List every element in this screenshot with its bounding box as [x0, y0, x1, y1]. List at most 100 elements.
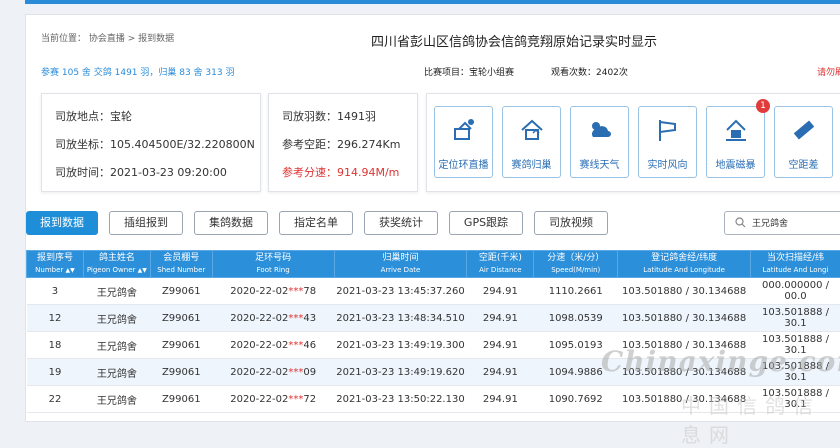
breadcrumb-item-current: 报到数据 — [138, 34, 174, 44]
race-project: 比赛项目：宝轮小组赛 — [424, 65, 514, 78]
release-count: 司放羽数：1491羽 — [282, 108, 376, 124]
tab-release-video[interactable]: 司放视频 — [534, 211, 608, 235]
weather-label: 赛线天气 — [571, 156, 628, 171]
cell-ring: 2020-22-02***43 — [212, 305, 334, 332]
wind-icon — [655, 117, 681, 143]
cell-shed: Z99061 — [150, 332, 212, 359]
cell-num: 22 — [27, 386, 84, 413]
live-ring-button[interactable]: 定位环直播 — [434, 106, 493, 178]
home-icon — [519, 117, 545, 143]
tab-gps-tracking[interactable]: GPS跟踪 — [449, 211, 523, 235]
tab-collection-data[interactable]: 集鸽数据 — [194, 211, 268, 235]
arrival-table: 报到序号Number ▲▼ 鸽主姓名Pigeon Owner ▲▼ 会员棚号Sh… — [26, 250, 840, 413]
quick-actions-box: 定位环直播 赛鸽归巢 赛线天气 实时风向 — [426, 93, 840, 192]
distance-diff-button[interactable]: 空距差 — [774, 106, 833, 178]
col-arrive-date: 归巢时间Arrive Date — [334, 251, 467, 278]
earthquake-button[interactable]: 地震磁暴 1 — [706, 106, 765, 178]
tab-arrival-data[interactable]: 报到数据 — [26, 211, 98, 235]
cell-owner: 王兄鸽舍 — [83, 278, 150, 305]
cell-dist: 294.91 — [467, 305, 534, 332]
cell-time: 2021-03-23 13:50:22.130 — [334, 386, 467, 413]
notification-badge: 1 — [756, 99, 770, 113]
table-row[interactable]: 3王兄鸽舍Z990612020-22-02***782021-03-23 13:… — [27, 278, 840, 305]
cell-dist: 294.91 — [467, 386, 534, 413]
live-ring-label: 定位环直播 — [435, 156, 492, 171]
tab-designated-list[interactable]: 指定名单 — [279, 211, 353, 235]
cell-scan: 103.501888 / 30.1 — [751, 305, 840, 332]
col-foot-ring: 足环号码Foot Ring — [212, 251, 334, 278]
cell-speed: 1110.2661 — [534, 278, 618, 305]
search-icon — [735, 217, 746, 228]
earthquake-label: 地震磁暴 — [707, 156, 764, 171]
weather-button[interactable]: 赛线天气 — [570, 106, 629, 178]
breadcrumb-item-live[interactable]: 协会直播 — [89, 34, 125, 44]
reference-speed: 参考分速：914.94M/m — [282, 164, 399, 180]
table-row[interactable]: 12王兄鸽舍Z990612020-22-02***432021-03-23 13… — [27, 305, 840, 332]
search-input[interactable]: 王兄鸽舍 — [752, 216, 788, 229]
cell-dist: 294.91 — [467, 278, 534, 305]
cell-ring: 2020-22-02***09 — [212, 359, 334, 386]
homing-button[interactable]: 赛鸽归巢 — [502, 106, 561, 178]
col-air-distance: 空距(千米)Air Distance — [467, 251, 534, 278]
breadcrumb-separator: > — [125, 34, 138, 44]
release-info-box: 司放地点：宝轮 司放坐标：105.404500E/32.220800N 司放时间… — [41, 93, 261, 192]
cell-owner: 王兄鸽舍 — [83, 305, 150, 332]
cell-num: 18 — [27, 332, 84, 359]
notice-link[interactable]: 请勿刷 — [817, 65, 840, 78]
cell-time: 2021-03-23 13:49:19.620 — [334, 359, 467, 386]
wind-button[interactable]: 实时风向 — [638, 106, 697, 178]
watermark-logo: Chinaxinge.com — [601, 345, 840, 378]
release-summary-box: 司放羽数：1491羽 参考空距：296.274Km 参考分速：914.94M/m — [268, 93, 418, 192]
race-stats: 参赛 105 舍 交鸽 1491 羽，归巢 83 舍 313 羽 — [41, 65, 234, 78]
cell-ring: 2020-22-02***78 — [212, 278, 334, 305]
watermark-text: 中国信鸽信息网 — [681, 390, 840, 448]
col-number[interactable]: 报到序号Number ▲▼ — [27, 251, 84, 278]
cell-time: 2021-03-23 13:48:34.510 — [334, 305, 467, 332]
main-panel: 当前位置： 协会直播 > 报到数据 四川省彭山区信鸽协会信鸽竞翔原始记录实时显示… — [25, 14, 840, 422]
table-header-row: 报到序号Number ▲▼ 鸽主姓名Pigeon Owner ▲▼ 会员棚号Sh… — [27, 251, 840, 278]
cell-reg: 103.501880 / 30.134688 — [618, 305, 751, 332]
distance-diff-label: 空距差 — [775, 156, 832, 171]
weather-icon — [587, 117, 613, 143]
cell-dist: 294.91 — [467, 332, 534, 359]
homing-label: 赛鸽归巢 — [503, 156, 560, 171]
col-registered-coords: 登记鸽舍经/纬度Latitude And Longitude — [618, 251, 751, 278]
release-time: 司放时间：2021-03-23 09:20:00 — [55, 164, 227, 180]
col-shed: 会员棚号Shed Number — [150, 251, 212, 278]
breadcrumb: 当前位置： 协会直播 > 报到数据 — [41, 31, 174, 44]
search-box[interactable]: 王兄鸽舍 — [724, 211, 840, 235]
cell-shed: Z99061 — [150, 305, 212, 332]
breadcrumb-prefix: 当前位置： — [41, 34, 86, 44]
release-place: 司放地点：宝轮 — [55, 108, 132, 124]
col-scan-coords: 当次扫描经/纬Latitude And Longi — [751, 251, 840, 278]
cell-owner: 王兄鸽舍 — [83, 386, 150, 413]
cell-ring: 2020-22-02***46 — [212, 332, 334, 359]
cell-shed: Z99061 — [150, 359, 212, 386]
cell-reg: 103.501880 / 30.134688 — [618, 278, 751, 305]
tab-award-stats[interactable]: 获奖统计 — [364, 211, 438, 235]
cell-time: 2021-03-23 13:45:37.260 — [334, 278, 467, 305]
tab-group-arrival[interactable]: 插组报到 — [109, 211, 183, 235]
cell-num: 19 — [27, 359, 84, 386]
cell-shed: Z99061 — [150, 278, 212, 305]
page-title: 四川省彭山区信鸽协会信鸽竞翔原始记录实时显示 — [371, 31, 657, 50]
cell-shed: Z99061 — [150, 386, 212, 413]
cell-dist: 294.91 — [467, 359, 534, 386]
cell-owner: 王兄鸽舍 — [83, 359, 150, 386]
ruler-icon — [791, 117, 817, 143]
top-accent-bar — [25, 0, 840, 4]
view-count: 观看次数：2402次 — [551, 65, 628, 78]
earthquake-icon — [723, 117, 749, 143]
satellite-icon — [451, 117, 477, 143]
cell-num: 3 — [27, 278, 84, 305]
cell-ring: 2020-22-02***72 — [212, 386, 334, 413]
col-owner[interactable]: 鸽主姓名Pigeon Owner ▲▼ — [83, 251, 150, 278]
cell-speed: 1090.7692 — [534, 386, 618, 413]
sort-icon: ▲▼ — [66, 267, 75, 274]
cell-owner: 王兄鸽舍 — [83, 332, 150, 359]
cell-num: 12 — [27, 305, 84, 332]
cell-time: 2021-03-23 13:49:19.300 — [334, 332, 467, 359]
reference-distance: 参考空距：296.274Km — [282, 136, 400, 152]
wind-label: 实时风向 — [639, 156, 696, 171]
cell-speed: 1098.0539 — [534, 305, 618, 332]
